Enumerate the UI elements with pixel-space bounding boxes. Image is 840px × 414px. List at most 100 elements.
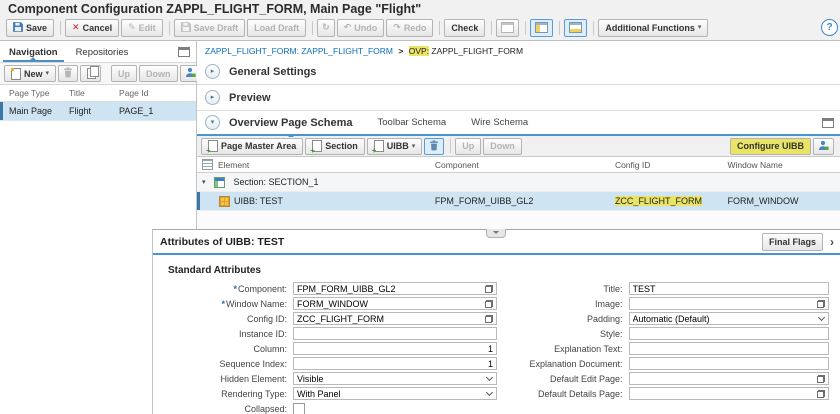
expand-preview-button[interactable]: ▸	[205, 90, 220, 105]
collapsed-checkbox[interactable]	[293, 403, 305, 414]
toggle-attributes-panel-button[interactable]	[564, 19, 587, 37]
schema-row-uibb[interactable]: UIBB: TEST FPM_FORM_UIBB_GL2 ZCC_FLIGHT_…	[197, 192, 840, 211]
collapse-overview-button[interactable]: ▾	[205, 115, 220, 130]
field-row: Default Edit Page:	[499, 372, 840, 385]
configure-uibb-button[interactable]: Configure UIBB	[730, 138, 811, 155]
schema-toolbar: Page Master Area Section UIBB ▾ Up Down	[197, 136, 840, 157]
sidebar-maximize-icon[interactable]	[178, 47, 190, 57]
general-settings-title: General Settings	[229, 66, 316, 78]
new-page-button[interactable]: New ▾	[4, 65, 56, 82]
window-name-field[interactable]: FORM_WINDOW	[293, 297, 497, 310]
check-label: Check	[451, 23, 478, 33]
schema-personalize-button[interactable]	[813, 138, 834, 155]
padding-select[interactable]: Automatic (Default)	[629, 312, 829, 325]
copy-page-button[interactable]	[80, 65, 101, 82]
preview-title: Preview	[229, 92, 271, 104]
help-button[interactable]: ?	[821, 19, 838, 36]
value-help-icon[interactable]	[817, 390, 825, 398]
hidden-element-select[interactable]: Visible	[293, 372, 497, 385]
value-help-icon[interactable]	[485, 285, 493, 293]
field-label: Column:	[157, 344, 293, 354]
cancel-button[interactable]: ✕ Cancel	[65, 19, 119, 37]
tab-navigation-label: Navigation	[9, 47, 58, 58]
additional-functions-button[interactable]: Additional Functions ▾	[598, 19, 708, 37]
value-help-icon[interactable]	[817, 375, 825, 383]
final-flags-button[interactable]: Final Flags	[762, 233, 823, 251]
title-field[interactable]: TEST	[629, 282, 829, 295]
redo-button[interactable]: ↷ Redo	[386, 19, 433, 37]
edit-label: Edit	[139, 23, 156, 33]
save-draft-button[interactable]: Save Draft	[174, 19, 246, 37]
sequence-index-field[interactable]: 1	[293, 357, 497, 370]
field-row: Component: FPM_FORM_UIBB_GL2	[157, 282, 499, 295]
toolbar-separator	[439, 21, 440, 35]
tab-overview-page-schema[interactable]: Overview Page Schema	[229, 117, 353, 129]
cell-window-name: FORM_WINDOW	[727, 196, 840, 206]
undo-arrow-icon: ↶	[344, 22, 352, 33]
value-help-icon[interactable]	[485, 315, 493, 323]
instance-id-field[interactable]	[293, 327, 497, 340]
attributes-form: Component: FPM_FORM_UIBB_GL2 Window Name…	[153, 282, 840, 414]
tab-toolbar-schema[interactable]: Toolbar Schema	[378, 117, 447, 128]
image-field[interactable]	[629, 297, 829, 310]
default-edit-page-field[interactable]	[629, 372, 829, 385]
toolbar-separator	[60, 21, 61, 35]
explanation-text-field[interactable]	[629, 342, 829, 355]
field-label: Explanation Text:	[499, 344, 629, 354]
check-button[interactable]: Check	[444, 19, 485, 37]
cell-config-id: ZCC_FLIGHT_FORM	[615, 196, 702, 206]
tab-navigation[interactable]: Navigation	[0, 47, 67, 62]
layout-button[interactable]	[496, 19, 519, 37]
standard-attributes-title: Standard Attributes	[168, 265, 840, 276]
additional-functions-label: Additional Functions	[605, 23, 695, 33]
redo-arrow-icon: ↷	[393, 22, 401, 33]
splitter-collapse-button[interactable]	[486, 229, 506, 238]
save-button[interactable]: Save	[6, 19, 54, 37]
column-title: Title	[69, 88, 119, 98]
rendering-type-select[interactable]: With Panel	[293, 387, 497, 400]
element-down-button[interactable]: Down	[483, 138, 522, 155]
component-field[interactable]: FPM_FORM_UIBB_GL2	[293, 282, 497, 295]
panel-expand-chevron-icon[interactable]: ›	[830, 235, 834, 249]
delete-page-button[interactable]	[58, 65, 78, 82]
section-maximize-icon[interactable]	[822, 118, 834, 128]
default-details-page-field[interactable]	[629, 387, 829, 400]
move-up-button[interactable]: Up	[111, 65, 137, 82]
value-help-icon[interactable]	[817, 300, 825, 308]
load-draft-button[interactable]: Load Draft	[247, 19, 306, 37]
final-flags-label: Final Flags	[769, 237, 816, 247]
undo-button[interactable]: ↶ Undo	[337, 19, 385, 37]
left-panel-icon	[535, 22, 548, 33]
page-master-area-label: Page Master Area	[221, 141, 296, 151]
toggle-navigation-panel-button[interactable]	[530, 19, 553, 37]
add-page-master-area-button[interactable]: Page Master Area	[201, 138, 303, 155]
delete-element-button[interactable]	[424, 138, 444, 155]
config-id-field[interactable]: ZCC_FLIGHT_FORM	[293, 312, 497, 325]
breadcrumb-link[interactable]: ZAPPL_FLIGHT_FORM: ZAPPL_FLIGHT_FORM	[205, 46, 393, 56]
hierarchy-icon	[202, 159, 213, 170]
edit-pencil-icon: ✎	[128, 22, 136, 33]
main-toolbar: Save ✕ Cancel ✎ Edit Save Draft Load Dra…	[0, 17, 840, 38]
explanation-document-field[interactable]	[629, 357, 829, 370]
style-field[interactable]	[629, 327, 829, 340]
schema-row-section[interactable]: ▾ Section: SECTION_1	[197, 173, 840, 192]
new-page-icon	[11, 68, 21, 80]
tab-repositories[interactable]: Repositories	[67, 47, 138, 62]
element-up-button[interactable]: Up	[455, 138, 481, 155]
value-help-icon[interactable]	[485, 300, 493, 308]
add-section-button[interactable]: Section	[305, 138, 365, 155]
move-down-button[interactable]: Down	[139, 65, 178, 82]
field-label: Default Edit Page:	[499, 374, 629, 384]
chevron-down-icon	[486, 375, 493, 382]
column-field[interactable]: 1	[293, 342, 497, 355]
edit-button[interactable]: ✎ Edit	[121, 19, 163, 37]
page-row-main-page[interactable]: Main Page Flight PAGE_1	[0, 102, 196, 121]
refresh-button[interactable]: ↻	[317, 19, 335, 37]
add-uibb-button[interactable]: UIBB ▾	[367, 138, 423, 155]
tree-expanded-icon[interactable]: ▾	[202, 178, 206, 186]
uibb-label: UIBB	[387, 141, 409, 151]
column-config-id: Config ID	[615, 160, 728, 170]
tab-wire-schema[interactable]: Wire Schema	[471, 117, 528, 128]
field-label: Instance ID:	[157, 329, 293, 339]
expand-general-settings-button[interactable]: ▸	[205, 64, 220, 79]
